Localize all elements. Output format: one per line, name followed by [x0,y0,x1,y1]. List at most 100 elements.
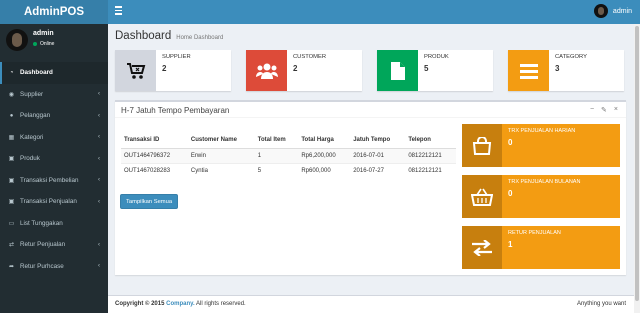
sidebar-item-label: List Tunggakan [20,219,63,227]
table-cell: 0812212121 [405,147,456,163]
info-box-value: 2 [162,64,167,73]
sidebar-item-kategori[interactable]: ▦ Kategori ‹ [0,127,108,149]
chevron-left-icon: ‹ [98,177,100,184]
chevron-left-icon: ‹ [98,198,100,205]
info-box-label: SUPPLIER [162,54,191,60]
sidebar-item-supplier[interactable]: ◉ Supplier ‹ [0,84,108,106]
user-status: Online [33,41,54,47]
footer-right-text: Anything you want [576,301,626,307]
avatar [6,29,28,51]
company-link[interactable]: Company. [166,301,195,307]
stat-box-value: 1 [508,240,513,249]
stat-box-monthly-sales[interactable]: TRX PENJUALAN BULANAN 0 [462,175,620,218]
info-box-customer[interactable]: CUSTOMER 2 [246,50,362,91]
sidebar-item-list-tunggakan[interactable]: ▭ List Tunggakan [0,213,108,235]
table-cell: OUT1467028283 [121,162,188,178]
info-box-category[interactable]: CATEGORY 3 [508,50,624,91]
column-header: Total Item [254,133,299,149]
cart-icon: ▣ [8,177,15,184]
chevron-left-icon: ‹ [98,134,100,141]
stat-box-label: TRX PENJUALAN BULANAN [508,179,581,185]
info-box-supplier[interactable]: SUPPLIER 2 [115,50,231,91]
users-icon: ◉ [8,91,15,98]
dashboard-icon: ◔ [9,69,14,76]
stat-box-label: TRX PENJUALAN HARIAN [508,128,576,134]
column-header: Customer Name [187,133,255,149]
sidebar-item-label: Pelanggan [20,112,51,120]
breadcrumb[interactable]: Home Dashboard [176,35,223,41]
table-cell: 0812212121 [405,162,456,178]
sidebar-item-produk[interactable]: ▣ Produk ‹ [0,148,108,170]
app-logo[interactable]: AdminPOS [0,0,108,24]
stat-box-value: 0 [508,189,513,198]
panel-tools: − ✎ × [590,106,618,114]
column-header: Transaksi ID [121,133,188,149]
due-payment-panel: H-7 Jatuh Tempo Pembayaran − ✎ × Transak… [115,100,626,275]
online-dot-icon [33,42,37,46]
sidebar-item-label: Dashboard [20,69,53,77]
info-box-value: 3 [555,64,560,73]
user-menu[interactable]: admin [593,4,632,18]
exchange-icon [462,226,502,269]
top-navbar: admin [108,0,640,24]
sidebar-item-retur-penjualan[interactable]: ⇄ Retur Penjualan ‹ [0,234,108,256]
chevron-left-icon: ‹ [98,155,100,162]
sidebar-item-retur-purhcase[interactable]: ➦ Retur Purhcase ‹ [0,256,108,278]
stat-box-daily-sales[interactable]: TRX PENJUALAN HARIAN 0 [462,124,620,167]
divider [115,117,626,118]
table-cell: Erwin [187,147,255,163]
sidebar: admin Online ◔ Dashboard ◉ Supplier ‹ ● Pela… [0,24,108,313]
table-icon: ▦ [8,134,15,141]
user-icon: ● [9,112,14,119]
column-header: Jatuh Tempo [350,133,406,149]
info-box-label: PRODUK [424,54,449,60]
avatar [593,4,608,18]
close-icon[interactable]: × [614,106,618,114]
user-name: admin [33,30,54,37]
sidebar-item-pelanggan[interactable]: ● Pelanggan ‹ [0,105,108,127]
sidebar-item-transaksi-pembelian[interactable]: ▣ Transaksi Pembelian ‹ [0,170,108,192]
cart-icon: ▣ [8,156,15,163]
menu-toggle-icon[interactable] [115,6,122,18]
table-cell: 2016-07-01 [350,147,406,163]
table-cell: 5 [254,162,299,178]
bars-icon [508,50,549,91]
sidebar-item-label: Retur Penjualan [20,241,66,249]
table-cell: 1 [254,147,299,163]
table-row: OUT1467028283 Cyntia 5 Rp600,000 2016-07… [121,162,456,178]
sidebar-item-transaksi-penjualan[interactable]: ▣ Transaksi Penjualan ‹ [0,191,108,213]
table-cell: Rp6,200,000 [298,147,351,163]
scrollbar-thumb[interactable] [635,26,639,301]
user-panel: admin Online [0,24,108,62]
column-header: Telepon [405,133,456,149]
minimize-icon[interactable]: − [590,106,594,114]
stat-box-sales-return[interactable]: RETUR PENJUALAN 1 [462,226,620,269]
cart-icon [115,50,156,91]
chevron-left-icon: ‹ [98,112,100,119]
stat-box-value: 0 [508,138,513,147]
wrench-icon[interactable]: ✎ [601,106,607,114]
column-header: Total Harga [298,133,351,149]
table-header-row: Transaksi ID Customer Name Total Item To… [121,133,456,149]
sidebar-item-label: Kategori [20,133,44,141]
chevron-left-icon: ‹ [98,263,100,270]
user-menu-name: admin [612,7,632,15]
footer-copyright: Copyright © 2015 Company. All rights res… [115,301,246,307]
info-box-value: 5 [424,64,429,73]
sidebar-item-label: Transaksi Penjualan [20,198,77,206]
table-cell: Rp600,000 [298,162,351,178]
sidebar-item-label: Produk [20,155,40,163]
sidebar-item-label: Supplier [20,90,44,98]
show-all-button[interactable]: Tampilkan Semua [120,194,179,209]
due-payment-table: Transaksi ID Customer Name Total Item To… [121,133,456,178]
info-box-produk[interactable]: PRODUK 5 [377,50,493,91]
panel-title: H-7 Jatuh Tempo Pembayaran [121,106,230,115]
scrollbar[interactable] [634,24,640,313]
sidebar-item-label: Transaksi Pembelian [20,176,79,184]
footer: Copyright © 2015 Company. All rights res… [108,295,640,313]
sidebar-item-dashboard[interactable]: ◔ Dashboard [0,62,108,84]
info-box-value: 2 [293,64,298,73]
shopping-bag-icon [462,124,502,167]
table-cell: OUT1464796372 [121,147,188,163]
table-cell: Cyntia [187,162,255,178]
